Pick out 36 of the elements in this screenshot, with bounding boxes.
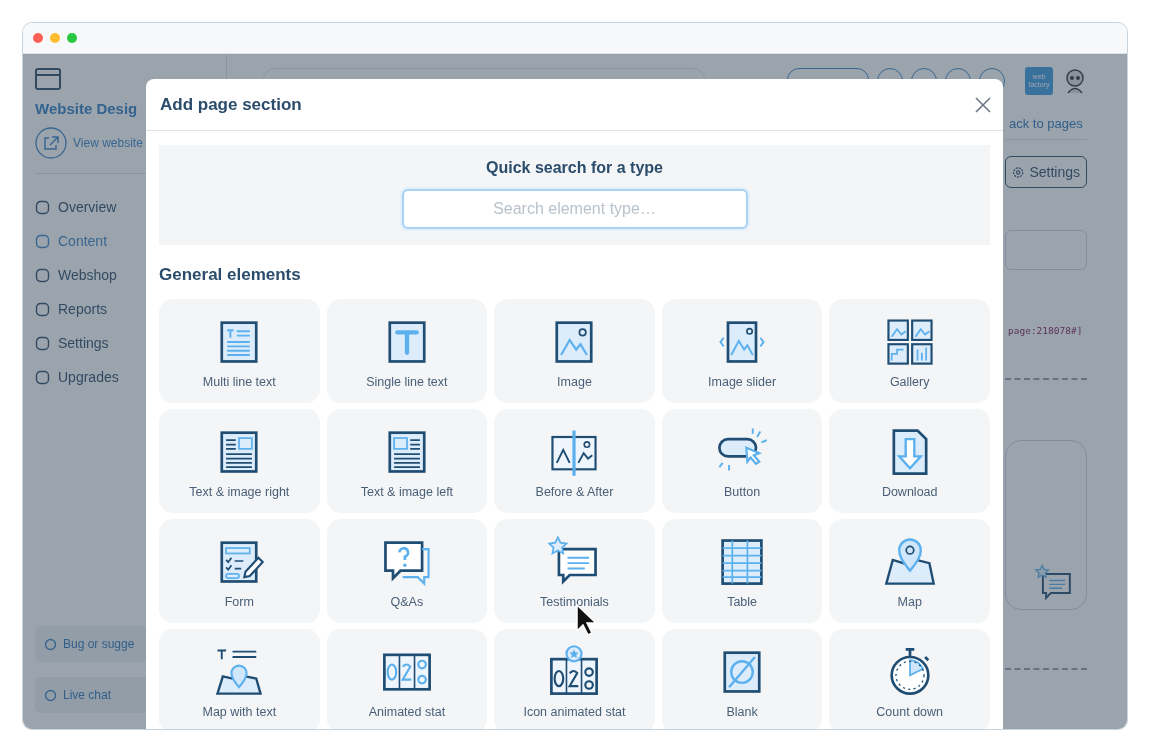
search-field[interactable]: Search element type… [401, 189, 748, 229]
section-heading: General elements [159, 265, 302, 285]
search-heading: Quick search for a type [486, 159, 663, 177]
close-window-icon[interactable] [33, 33, 43, 43]
element-card[interactable]: Map with text [159, 629, 320, 729]
site-title: Website Desig [35, 100, 138, 117]
element-card[interactable]: Gallery [829, 299, 990, 403]
element-card[interactable]: Image slider [661, 299, 823, 403]
element-card[interactable]: Table [661, 519, 823, 623]
element-card[interactable]: Testimonials [494, 519, 655, 623]
element-card[interactable]: Map [829, 519, 990, 623]
element-card[interactable]: Blank [661, 629, 823, 729]
element-card[interactable]: Animated stat [326, 629, 488, 729]
maximize-window-icon[interactable] [67, 33, 77, 43]
element-card[interactable]: Button [661, 409, 823, 513]
close-icon[interactable] [975, 96, 991, 113]
element-card[interactable]: Download [829, 409, 990, 513]
settings-button[interactable]: Settings [1005, 156, 1087, 188]
mouse-pointer-icon [576, 604, 598, 636]
element-card[interactable]: Q&As [326, 519, 488, 623]
element-card[interactable]: Count down [829, 629, 990, 729]
nav-item[interactable]: Overview [35, 190, 214, 224]
minimize-window-icon[interactable] [50, 33, 60, 43]
element-card[interactable]: Text & image left [326, 409, 488, 513]
element-card[interactable]: Before & After [494, 409, 655, 513]
element-card[interactable]: Multi line text [159, 299, 320, 403]
element-card[interactable]: Image [494, 299, 655, 403]
element-card[interactable]: Icon animated stat [494, 629, 655, 729]
element-card[interactable]: Form [159, 519, 320, 623]
dialog-title: Add page section [160, 94, 302, 115]
external-link-icon [35, 127, 67, 159]
code-text: page:218078#] [1007, 325, 1084, 336]
browser-window-icon [35, 68, 61, 90]
element-card[interactable]: Single line text [326, 299, 488, 403]
element-card[interactable]: Text & image right [159, 409, 320, 513]
text-field[interactable] [1005, 230, 1087, 270]
